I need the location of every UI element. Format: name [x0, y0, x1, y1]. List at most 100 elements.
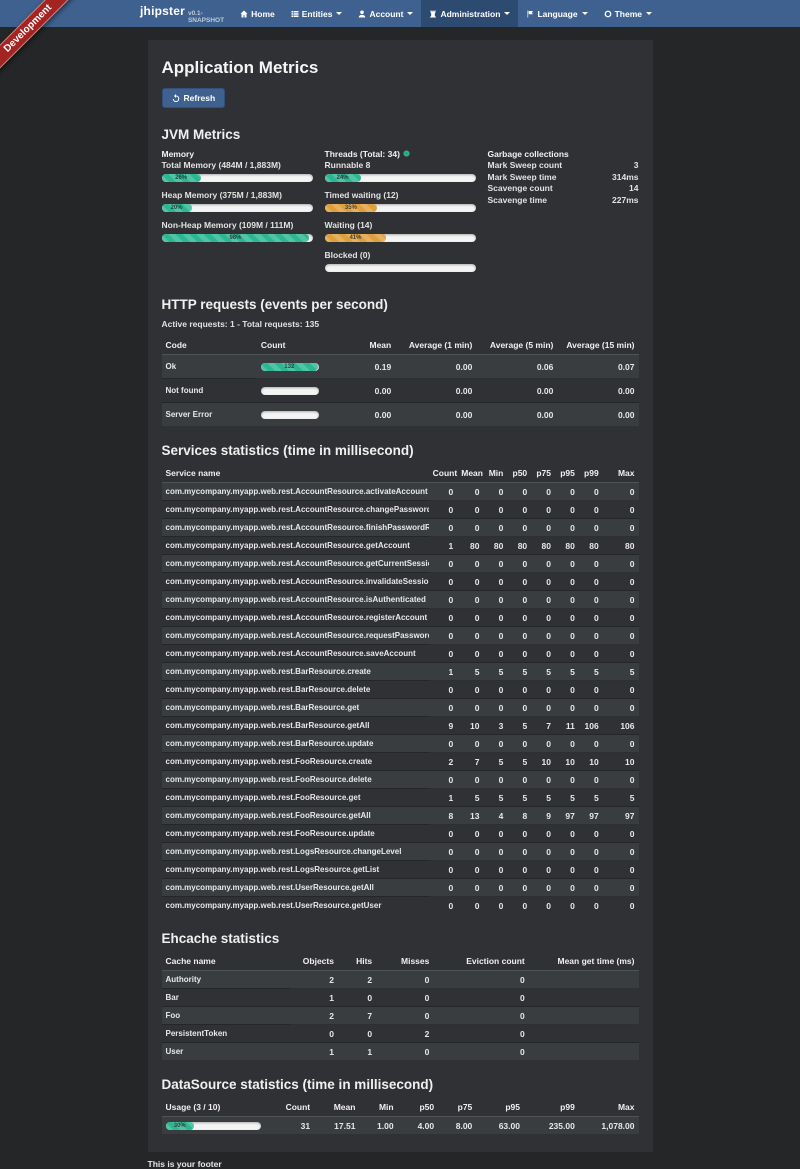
nav-item-label: Administration [440, 9, 500, 19]
nav-item-administration[interactable]: Administration [421, 0, 518, 27]
chevron-down-icon [336, 12, 342, 15]
row-value: 0 [603, 627, 639, 645]
row-value: 0 [483, 735, 507, 753]
row-value: 0 [555, 861, 579, 879]
thread-dump-icon[interactable] [403, 149, 410, 160]
row-label: com.mycompany.myapp.web.rest.LogsResourc… [162, 843, 429, 861]
row-value: 0 [603, 843, 639, 861]
row-value: 5 [555, 789, 579, 807]
row-value: 0 [457, 609, 483, 627]
row-value: 80 [555, 537, 579, 555]
table-row: Ok1320.190.000.060.07 [162, 355, 639, 379]
table-row: User1100 [162, 1043, 639, 1061]
http-avg-15min: 0.00 [557, 403, 638, 427]
row-value: 0 [483, 897, 507, 915]
metric-label: Runnable 8 [325, 160, 476, 171]
row-label: com.mycompany.myapp.web.rest.UserResourc… [162, 879, 429, 897]
gc-label: Mark Sweep count [488, 160, 563, 172]
table-row: com.mycompany.myapp.web.rest.AccountReso… [162, 537, 639, 555]
row-label: com.mycompany.myapp.web.rest.AccountReso… [162, 501, 429, 519]
row-value: 0 [429, 735, 458, 753]
table-row: com.mycompany.myapp.web.rest.AccountReso… [162, 519, 639, 537]
row-value: 80 [579, 537, 603, 555]
row-value: 0 [457, 843, 483, 861]
row-value: 0 [555, 609, 579, 627]
row-value: 0 [531, 879, 555, 897]
http-mean: 0.19 [343, 355, 395, 379]
count-bar [261, 387, 319, 395]
nav-item-home[interactable]: Home [232, 0, 283, 27]
row-value: 0 [457, 771, 483, 789]
row-value: 0 [483, 555, 507, 573]
row-value: 0 [376, 1043, 433, 1061]
row-value: 10 [579, 753, 603, 771]
row-value: 0 [433, 1043, 528, 1061]
row-value: 0 [579, 861, 603, 879]
row-value: 0 [507, 879, 531, 897]
row-value: 7 [457, 753, 483, 771]
chevron-down-icon [646, 12, 652, 15]
total-memory-metric: Total Memory (484M / 1,883M) 26% [162, 160, 313, 182]
row-value: 0 [457, 591, 483, 609]
row-value: 0 [507, 591, 531, 609]
table-row: com.mycompany.myapp.web.rest.BarResource… [162, 735, 639, 753]
row-value: 0 [555, 573, 579, 591]
row-value: 0 [457, 825, 483, 843]
http-avg-15min: 0.00 [557, 379, 638, 403]
row-value: 0 [579, 825, 603, 843]
threads-title-row: Threads (Total: 34) [325, 149, 476, 160]
nav-item-entities[interactable]: Entities [283, 0, 351, 27]
table-row: com.mycompany.myapp.web.rest.FooResource… [162, 753, 639, 771]
row-value: 0 [483, 771, 507, 789]
row-value: 0 [483, 681, 507, 699]
row-value: 0 [483, 645, 507, 663]
row-value: 10 [531, 753, 555, 771]
row-value: 0 [579, 843, 603, 861]
nav-item-label: Home [251, 9, 275, 19]
row-label: com.mycompany.myapp.web.rest.AccountReso… [162, 591, 429, 609]
nonheap-memory-bar: 98% [162, 234, 313, 242]
row-label: com.mycompany.myapp.web.rest.FooResource… [162, 753, 429, 771]
row-value: 80 [531, 537, 555, 555]
row-value: 1 [429, 789, 458, 807]
row-value: 0 [507, 825, 531, 843]
nav-menu: Home Entities Account Administration Lan… [232, 0, 660, 27]
metric-label: Heap Memory (375M / 1,883M) [162, 190, 313, 201]
row-value: 1,078.00 [579, 1117, 639, 1135]
row-value: 97 [579, 807, 603, 825]
row-value: 1.00 [359, 1117, 397, 1135]
row-label: com.mycompany.myapp.web.rest.AccountReso… [162, 645, 429, 663]
row-value: 5 [603, 663, 639, 681]
row-value: 0 [579, 591, 603, 609]
row-value: 235.00 [524, 1117, 579, 1135]
row-value: 0 [483, 501, 507, 519]
row-value: 0 [603, 735, 639, 753]
nav-item-account[interactable]: Account [350, 0, 421, 27]
http-avg-15min: 0.07 [557, 355, 638, 379]
row-value: 0 [457, 483, 483, 501]
refresh-button[interactable]: Refresh [162, 88, 226, 108]
nonheap-memory-metric: Non-Heap Memory (109M / 111M) 98% [162, 220, 313, 242]
nav-item-theme[interactable]: Theme [596, 0, 660, 27]
row-label: com.mycompany.myapp.web.rest.LogsResourc… [162, 861, 429, 879]
row-value: 0 [429, 861, 458, 879]
row-value: 0 [507, 699, 531, 717]
http-mean: 0.00 [343, 403, 395, 427]
row-value: 0 [555, 879, 579, 897]
nav-item-label: Account [369, 9, 403, 19]
row-value: 0 [457, 501, 483, 519]
row-value: 0 [483, 609, 507, 627]
table-row: com.mycompany.myapp.web.rest.LogsResourc… [162, 861, 639, 879]
table-header-row: Service name Count Mean Min p50 p75 p95 … [162, 465, 639, 483]
gc-value: 3 [634, 160, 639, 172]
row-value: 0 [507, 771, 531, 789]
row-value: 0 [507, 573, 531, 591]
row-label: PersistentToken [162, 1025, 291, 1043]
column-header: Average (15 min) [557, 337, 638, 355]
nav-item-language[interactable]: Language [518, 0, 595, 27]
row-value: 0 [555, 483, 579, 501]
table-header-row: Code Count Mean Average (1 min) Average … [162, 337, 639, 355]
brand-logo[interactable]: jhipster v0.1-SNAPSHOT [140, 4, 232, 24]
gc-row: Mark Sweep time 314ms [488, 172, 639, 184]
jvm-grid: Memory Total Memory (484M / 1,883M) 26% … [162, 149, 639, 280]
